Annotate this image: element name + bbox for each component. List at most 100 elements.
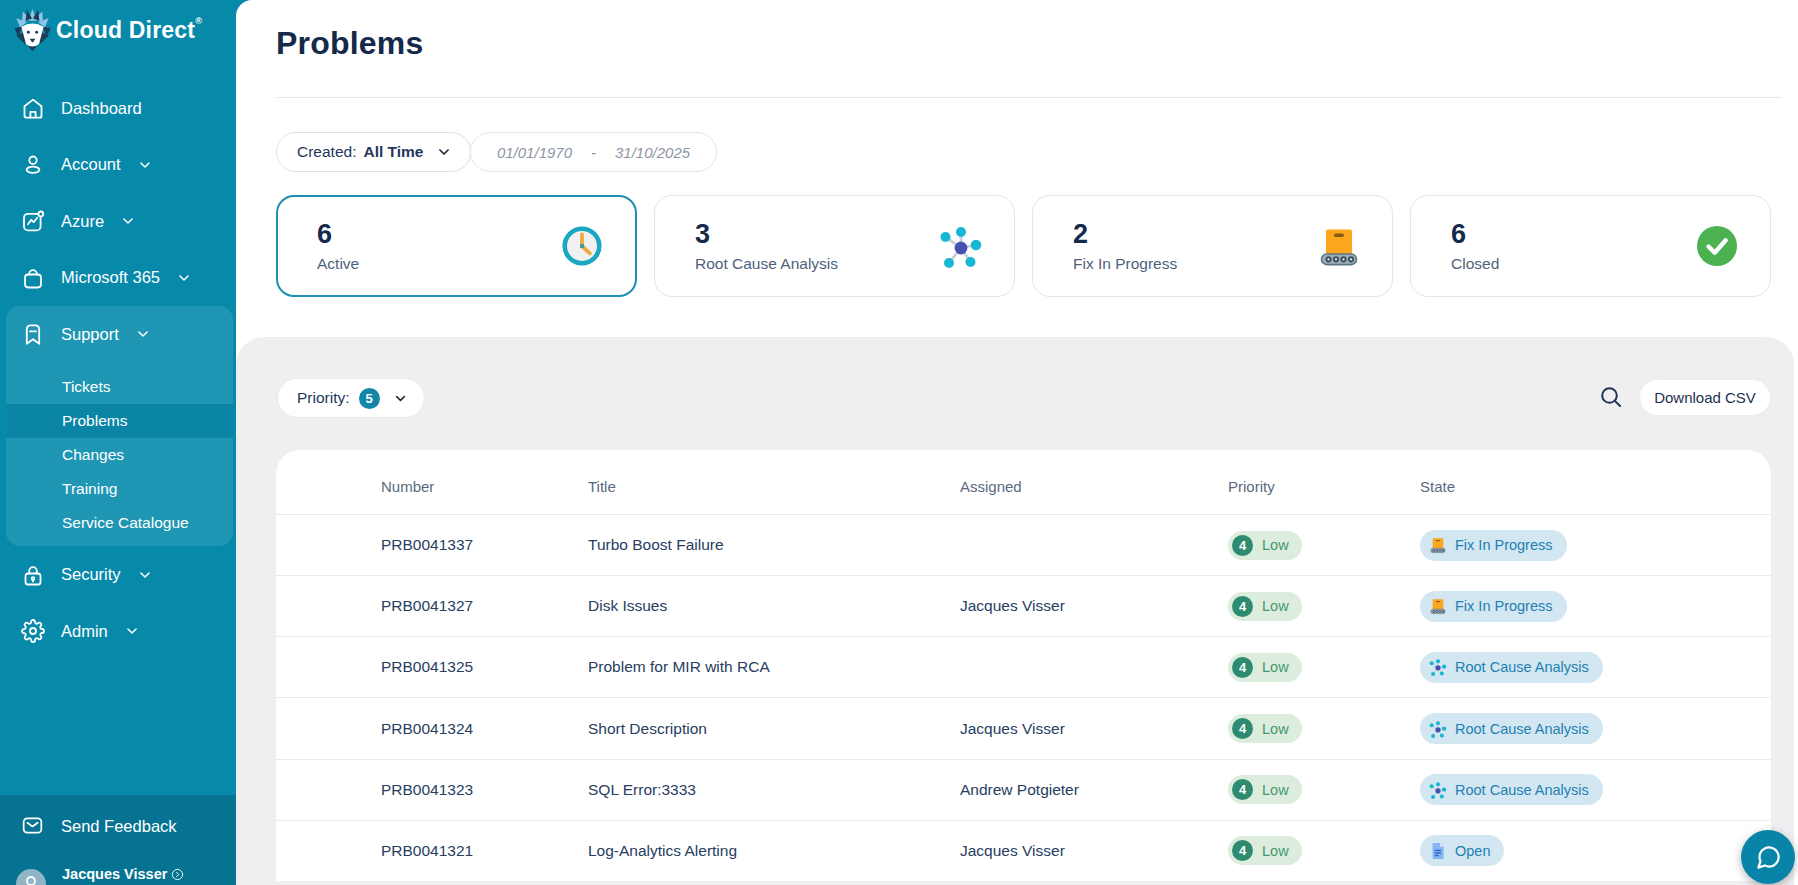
cell-priority: 4 Low bbox=[1228, 531, 1420, 560]
gear-icon bbox=[21, 619, 45, 643]
search-icon[interactable] bbox=[1599, 385, 1623, 409]
chat-fab-button[interactable] bbox=[1741, 830, 1795, 884]
table-row[interactable]: PRB0041337 Turbo Boost Failure 4 Low Fix… bbox=[276, 514, 1771, 575]
state-badge: Root Cause Analysis bbox=[1420, 652, 1603, 683]
chat-bubble-icon bbox=[1755, 844, 1782, 871]
stat-card-label: Closed bbox=[1451, 255, 1499, 273]
chevron-down-icon bbox=[138, 568, 152, 582]
cell-assigned: Jacques Visser bbox=[960, 842, 1228, 860]
table-row[interactable]: PRB0041321 Log-Analytics Alerting Jacque… bbox=[276, 820, 1771, 881]
brand-logo[interactable]: Cloud Direct® bbox=[14, 8, 202, 52]
check-circle-icon bbox=[1695, 224, 1739, 268]
chevron-right-circle-icon[interactable] bbox=[171, 868, 184, 881]
clock-icon bbox=[560, 224, 604, 268]
chevron-down-icon bbox=[121, 214, 135, 228]
person-icon bbox=[21, 153, 45, 177]
stat-card[interactable]: 6 Active bbox=[276, 195, 637, 297]
sidebar-subitem-label: Problems bbox=[62, 412, 127, 430]
table-row[interactable]: PRB0041324 Short Description Jacques Vis… bbox=[276, 697, 1771, 758]
stat-card-label: Active bbox=[317, 255, 359, 273]
stat-card[interactable]: 6 Closed bbox=[1410, 195, 1771, 297]
sidebar-item-label: Admin bbox=[61, 622, 108, 641]
cell-priority: 4 Low bbox=[1228, 775, 1420, 804]
cell-title: Turbo Boost Failure bbox=[588, 536, 960, 554]
sidebar-item[interactable]: Microsoft 365 bbox=[0, 250, 236, 307]
cell-state: Open bbox=[1420, 835, 1771, 866]
briefcase-icon bbox=[21, 266, 45, 290]
priority-badge: 4 Low bbox=[1228, 592, 1302, 621]
column-header-priority[interactable]: Priority bbox=[1228, 478, 1420, 495]
column-header-title[interactable]: Title bbox=[588, 478, 960, 495]
cell-title: Log-Analytics Alerting bbox=[588, 842, 960, 860]
sidebar-nav-group: Security bbox=[0, 546, 236, 603]
problems-table: Number Title Assigned Priority State PRB… bbox=[276, 450, 1771, 881]
state-badge: Fix In Progress bbox=[1420, 530, 1567, 561]
sidebar-item[interactable]: Azure bbox=[0, 193, 236, 250]
priority-badge: 4 Low bbox=[1228, 531, 1302, 560]
envelope-icon bbox=[21, 814, 45, 838]
table-row[interactable]: PRB0041327 Disk Issues Jacques Visser 4 … bbox=[276, 575, 1771, 636]
priority-badge-number: 4 bbox=[1232, 596, 1253, 617]
table-row[interactable]: PRB0041323 SQL Error:3333 Andrew Potgiet… bbox=[276, 759, 1771, 820]
date-range-input[interactable]: 01/01/1970 - 31/10/2025 bbox=[470, 132, 717, 172]
download-csv-button[interactable]: Download CSV bbox=[1639, 379, 1771, 416]
cell-number: PRB0041321 bbox=[276, 842, 588, 860]
column-header-assigned[interactable]: Assigned bbox=[960, 478, 1228, 495]
sidebar-footer: Send Feedback Jacques Visser bbox=[0, 795, 236, 885]
network-icon bbox=[1429, 781, 1447, 799]
cell-priority: 4 Low bbox=[1228, 653, 1420, 682]
priority-filter-dropdown[interactable]: Priority: 5 bbox=[277, 378, 425, 418]
sidebar-subitem[interactable]: Changes bbox=[6, 438, 233, 472]
sidebar-nav: Dashboard Account Azure bbox=[0, 80, 236, 659]
sidebar-item[interactable]: Account bbox=[0, 137, 236, 194]
priority-badge-label: Low bbox=[1262, 537, 1289, 553]
sidebar-subitem[interactable]: Service Catalogue bbox=[6, 506, 233, 540]
priority-badge-number: 4 bbox=[1232, 840, 1253, 861]
document-icon bbox=[1429, 842, 1447, 860]
sidebar-item[interactable]: Support bbox=[6, 306, 233, 363]
priority-badge: 4 Low bbox=[1228, 653, 1302, 682]
lock-icon bbox=[21, 563, 45, 587]
stat-card[interactable]: 2 Fix In Progress bbox=[1032, 195, 1393, 297]
azure-chart-icon bbox=[21, 209, 45, 233]
user-name[interactable]: Jacques Visser bbox=[62, 866, 167, 882]
state-badge-label: Root Cause Analysis bbox=[1455, 782, 1589, 798]
sidebar-subitem[interactable]: Training bbox=[6, 472, 233, 506]
stat-card[interactable]: 3 Root Cause Analysis bbox=[654, 195, 1015, 297]
cell-priority: 4 Low bbox=[1228, 836, 1420, 865]
chevron-down-icon bbox=[125, 624, 139, 638]
sidebar-subitem-label: Service Catalogue bbox=[62, 514, 189, 532]
sidebar-subitem[interactable]: Tickets bbox=[6, 371, 233, 405]
stat-card-value: 2 bbox=[1073, 219, 1088, 250]
state-badge-label: Fix In Progress bbox=[1455, 598, 1553, 614]
chevron-down-icon bbox=[394, 392, 407, 405]
cell-number: PRB0041324 bbox=[276, 720, 588, 738]
sidebar-sublist: Tickets Problems Changes Training Servic… bbox=[6, 363, 233, 540]
sidebar-item[interactable]: Admin bbox=[0, 603, 236, 660]
sidebar-subitem[interactable]: Problems bbox=[6, 404, 233, 438]
sidebar-nav-group: Support Tickets Problems Changes Trainin… bbox=[6, 306, 233, 546]
avatar-person-icon[interactable] bbox=[16, 869, 46, 885]
send-feedback-button[interactable]: Send Feedback bbox=[0, 795, 236, 857]
page-title: Problems bbox=[276, 22, 423, 64]
priority-badge-label: Low bbox=[1262, 659, 1289, 675]
priority-badge-number: 4 bbox=[1232, 779, 1253, 800]
sidebar-nav-group: Account bbox=[0, 137, 236, 194]
priority-badge-label: Low bbox=[1262, 843, 1289, 859]
sidebar-item-label: Security bbox=[61, 565, 121, 584]
hedgehog-icon bbox=[14, 8, 51, 52]
column-header-state[interactable]: State bbox=[1420, 478, 1771, 495]
priority-badge: 4 Low bbox=[1228, 775, 1302, 804]
stat-cards: 6 Active 3 Root Cause Analysis 2 Fix In … bbox=[276, 195, 1771, 297]
sidebar-subitem-label: Training bbox=[62, 480, 117, 498]
sidebar-item[interactable]: Dashboard bbox=[0, 80, 236, 137]
priority-badge: 4 Low bbox=[1228, 714, 1302, 743]
table-row[interactable]: PRB0041325 Problem for MIR with RCA 4 Lo… bbox=[276, 636, 1771, 697]
created-filter-dropdown[interactable]: Created: All Time bbox=[276, 132, 471, 172]
table-panel: Priority: 5 Download CSV Number Title As… bbox=[236, 337, 1794, 885]
priority-badge-number: 4 bbox=[1232, 718, 1253, 739]
sidebar-item[interactable]: Security bbox=[0, 546, 236, 603]
conveyor-icon bbox=[1429, 536, 1447, 554]
column-header-number[interactable]: Number bbox=[276, 478, 588, 495]
state-badge-label: Root Cause Analysis bbox=[1455, 721, 1589, 737]
